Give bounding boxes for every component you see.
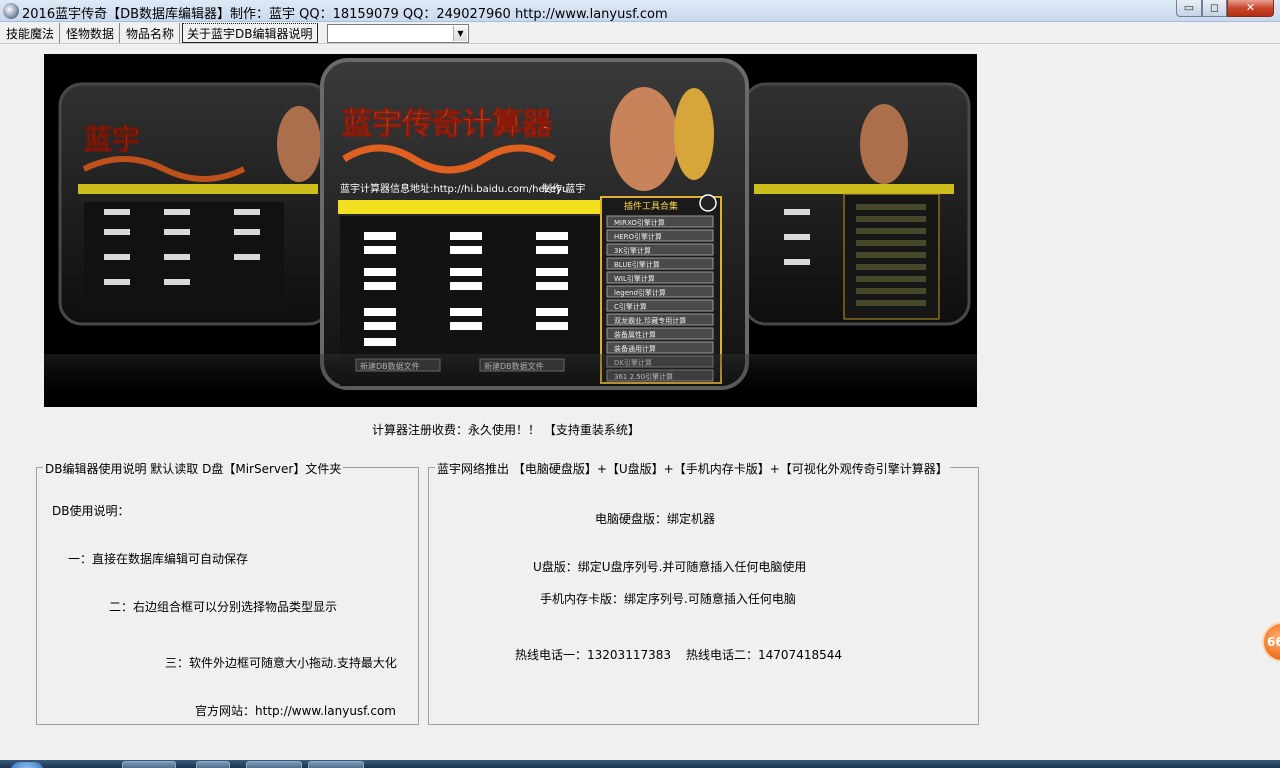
taskbar-button-4[interactable] xyxy=(308,761,364,768)
official-site: 官方网站：http://www.lanyusf.com xyxy=(195,702,396,719)
hotline-1-number: 13203117383 xyxy=(587,648,671,662)
window-titlebar[interactable]: 2016蓝宇传奇【DB数据库编辑器】制作：蓝宇 QQ：18159079 QQ：2… xyxy=(0,0,1280,22)
window-title: 2016蓝宇传奇【DB数据库编辑器】制作：蓝宇 QQ：18159079 QQ：2… xyxy=(22,7,668,22)
usage-heading: DB使用说明： xyxy=(52,504,130,518)
banner-url-text: 蓝宇计算器信息地址:http://hi.baidu.com/hezeyu xyxy=(340,182,568,195)
svg-text:装备通用计算: 装备通用计算 xyxy=(614,344,656,353)
tab-skills[interactable]: 技能魔法 xyxy=(0,23,61,43)
hotline-2-number: 14707418544 xyxy=(758,648,842,662)
banner-center-window: 蓝宇传奇计算器 蓝宇计算器信息地址:http://hi.baidu.com/he… xyxy=(320,58,749,390)
taskbar-button-2[interactable] xyxy=(196,761,230,768)
taskbar-button-3[interactable] xyxy=(246,761,302,768)
hotline-1: 热线电话一：13203117383 xyxy=(515,646,671,663)
close-button[interactable]: ✕ xyxy=(1227,0,1274,17)
svg-text:双龙霸业,珍藏专用计算: 双龙霸业,珍藏专用计算 xyxy=(614,316,686,325)
svg-text:蓝宇: 蓝宇 xyxy=(84,123,140,156)
registration-notice: 计算器注册收费：永久使用！！ 【支持重装系统】 xyxy=(372,423,640,437)
svg-text:HERO引擎计算: HERO引擎计算 xyxy=(614,232,662,241)
tab-strip: 技能魔法 怪物数据 物品名称 关于蓝宇DB编辑器说明 xyxy=(0,23,318,43)
banner-illustration: 蓝宇 蓝宇传奇计算器 蓝宇计算器信息地址:http://hi.baidu.com… xyxy=(44,54,977,407)
svg-text:BLUE引擎计算: BLUE引擎计算 xyxy=(614,260,660,269)
maximize-button[interactable]: ◻ xyxy=(1202,0,1227,17)
calculator-banner: 蓝宇 蓝宇传奇计算器 蓝宇计算器信息地址:http://hi.baidu.com… xyxy=(44,54,977,407)
chevron-down-icon[interactable]: ▼ xyxy=(453,26,467,41)
hotline-2: 热线电话二：14707418544 xyxy=(686,646,842,663)
tab-monsters[interactable]: 怪物数据 xyxy=(60,23,121,43)
usage-item-2: 二：右边组合框可以分别选择物品类型显示 xyxy=(109,600,338,614)
banner-close-icon xyxy=(699,194,717,212)
floating-badge[interactable]: 66 xyxy=(1262,622,1280,662)
banner-author-text: 制作:蓝宇 xyxy=(542,182,585,195)
promo-groupbox-title: 蓝宇网络推出 【电脑硬盘版】+【U盘版】+【手机内存卡版】+【可视化外观传奇引擎… xyxy=(435,460,950,477)
svg-text:3K引擎计算: 3K引擎计算 xyxy=(614,246,651,255)
svg-text:C引擎计算: C引擎计算 xyxy=(614,302,647,311)
pc-version-text: 电脑硬盘版：绑定机器 xyxy=(595,512,716,526)
usb-version-text: U盘版：绑定U盘序列号.并可随意插入任何电脑使用 xyxy=(533,560,807,574)
hotline-1-label: 热线电话一： xyxy=(515,648,588,662)
tab-about[interactable]: 关于蓝宇DB编辑器说明 xyxy=(182,23,318,43)
usage-item-3: 三：软件外边框可随意大小拖动.支持最大化 xyxy=(165,656,397,670)
svg-text:legend引擎计算: legend引擎计算 xyxy=(614,288,666,297)
os-taskbar xyxy=(0,760,1280,768)
item-type-combo[interactable]: ▼ xyxy=(327,24,469,43)
usage-groupbox-title: DB编辑器使用说明 默认读取 D盘【MirServer】文件夹 xyxy=(43,460,344,477)
official-site-url[interactable]: http://www.lanyusf.com xyxy=(255,704,396,718)
usage-item-1: 一：直接在数据库编辑可自动保存 xyxy=(68,552,249,566)
usage-groupbox: DB编辑器使用说明 默认读取 D盘【MirServer】文件夹 DB使用说明： … xyxy=(36,460,419,725)
banner-logo-text: 蓝宇传奇计算器 xyxy=(342,107,553,142)
app-icon xyxy=(3,3,19,19)
banner-right-window xyxy=(742,82,971,326)
banner-panel-title: 插件工具合集 xyxy=(624,200,678,212)
banner-left-window: 蓝宇 xyxy=(58,82,332,326)
hotline-2-label: 热线电话二： xyxy=(686,648,759,662)
start-orb-icon[interactable] xyxy=(10,762,44,768)
svg-text:装备属性计算: 装备属性计算 xyxy=(614,330,656,339)
svg-text:WIL引擎计算: WIL引擎计算 xyxy=(614,274,655,283)
taskbar-button-1[interactable] xyxy=(122,761,176,768)
tab-divider xyxy=(0,43,1280,44)
phone-version-text: 手机内存卡版：绑定序列号.可随意插入任何电脑 xyxy=(540,592,796,606)
tab-items[interactable]: 物品名称 xyxy=(120,23,181,43)
minimize-button[interactable]: ▭ xyxy=(1176,0,1202,17)
official-site-label: 官方网站： xyxy=(195,704,256,718)
promo-groupbox: 蓝宇网络推出 【电脑硬盘版】+【U盘版】+【手机内存卡版】+【可视化外观传奇引擎… xyxy=(428,460,979,725)
svg-text:MIRXO引擎计算: MIRXO引擎计算 xyxy=(614,218,665,227)
